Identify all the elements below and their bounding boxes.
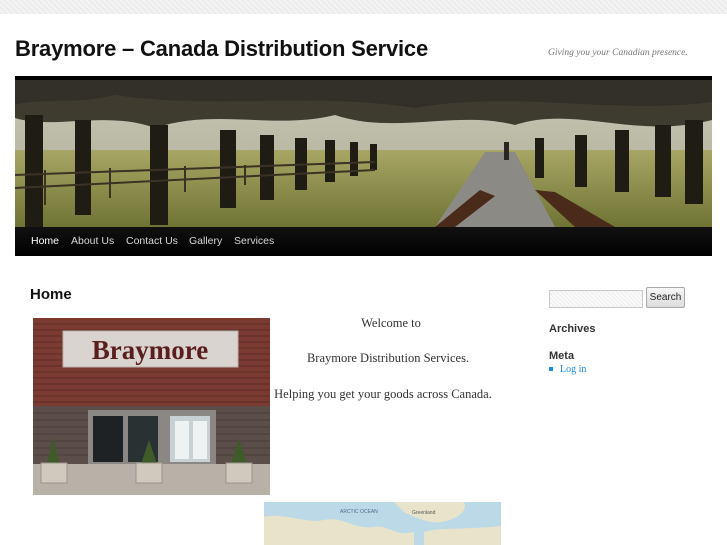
welcome-line-3: Helping you get your goods across Canada… — [274, 387, 492, 401]
meta-link-log-in[interactable]: Log in — [549, 364, 586, 376]
meta-link-label[interactable]: Log in — [560, 364, 586, 375]
meta-widget-title: Meta — [549, 350, 575, 362]
header-banner-image — [15, 80, 712, 227]
archives-widget-title: Archives — [549, 323, 596, 335]
top-strip — [0, 0, 727, 14]
canada-map-image: ARCTIC OCEAN Greenland — [264, 502, 501, 545]
search-button[interactable]: Search — [646, 287, 685, 308]
braymore-building-photo: Braymore — [33, 318, 270, 495]
map-label-greenland: Greenland — [412, 510, 436, 516]
site-tagline: Giving you your Canadian presence. — [548, 48, 688, 58]
bullet-icon — [549, 366, 553, 371]
nav-item-services[interactable]: Services — [234, 227, 274, 256]
nav-item-contact-us[interactable]: Contact Us — [126, 227, 178, 256]
nav-item-about-us[interactable]: About Us — [71, 227, 114, 256]
building-sign: Braymore — [92, 335, 208, 365]
page-title: Home — [30, 286, 72, 303]
site-title[interactable]: Braymore – Canada Distribution Service — [15, 36, 428, 62]
nav-item-gallery[interactable]: Gallery — [189, 227, 222, 256]
nav-item-home[interactable]: Home — [31, 227, 59, 256]
main-navigation: Home About Us Contact Us Gallery Service… — [15, 227, 712, 256]
welcome-line-2: Braymore Distribution Services. — [306, 351, 470, 365]
search-input[interactable] — [549, 290, 643, 308]
map-label-arctic: ARCTIC OCEAN — [340, 509, 378, 515]
welcome-line-1: Welcome to — [361, 316, 421, 330]
